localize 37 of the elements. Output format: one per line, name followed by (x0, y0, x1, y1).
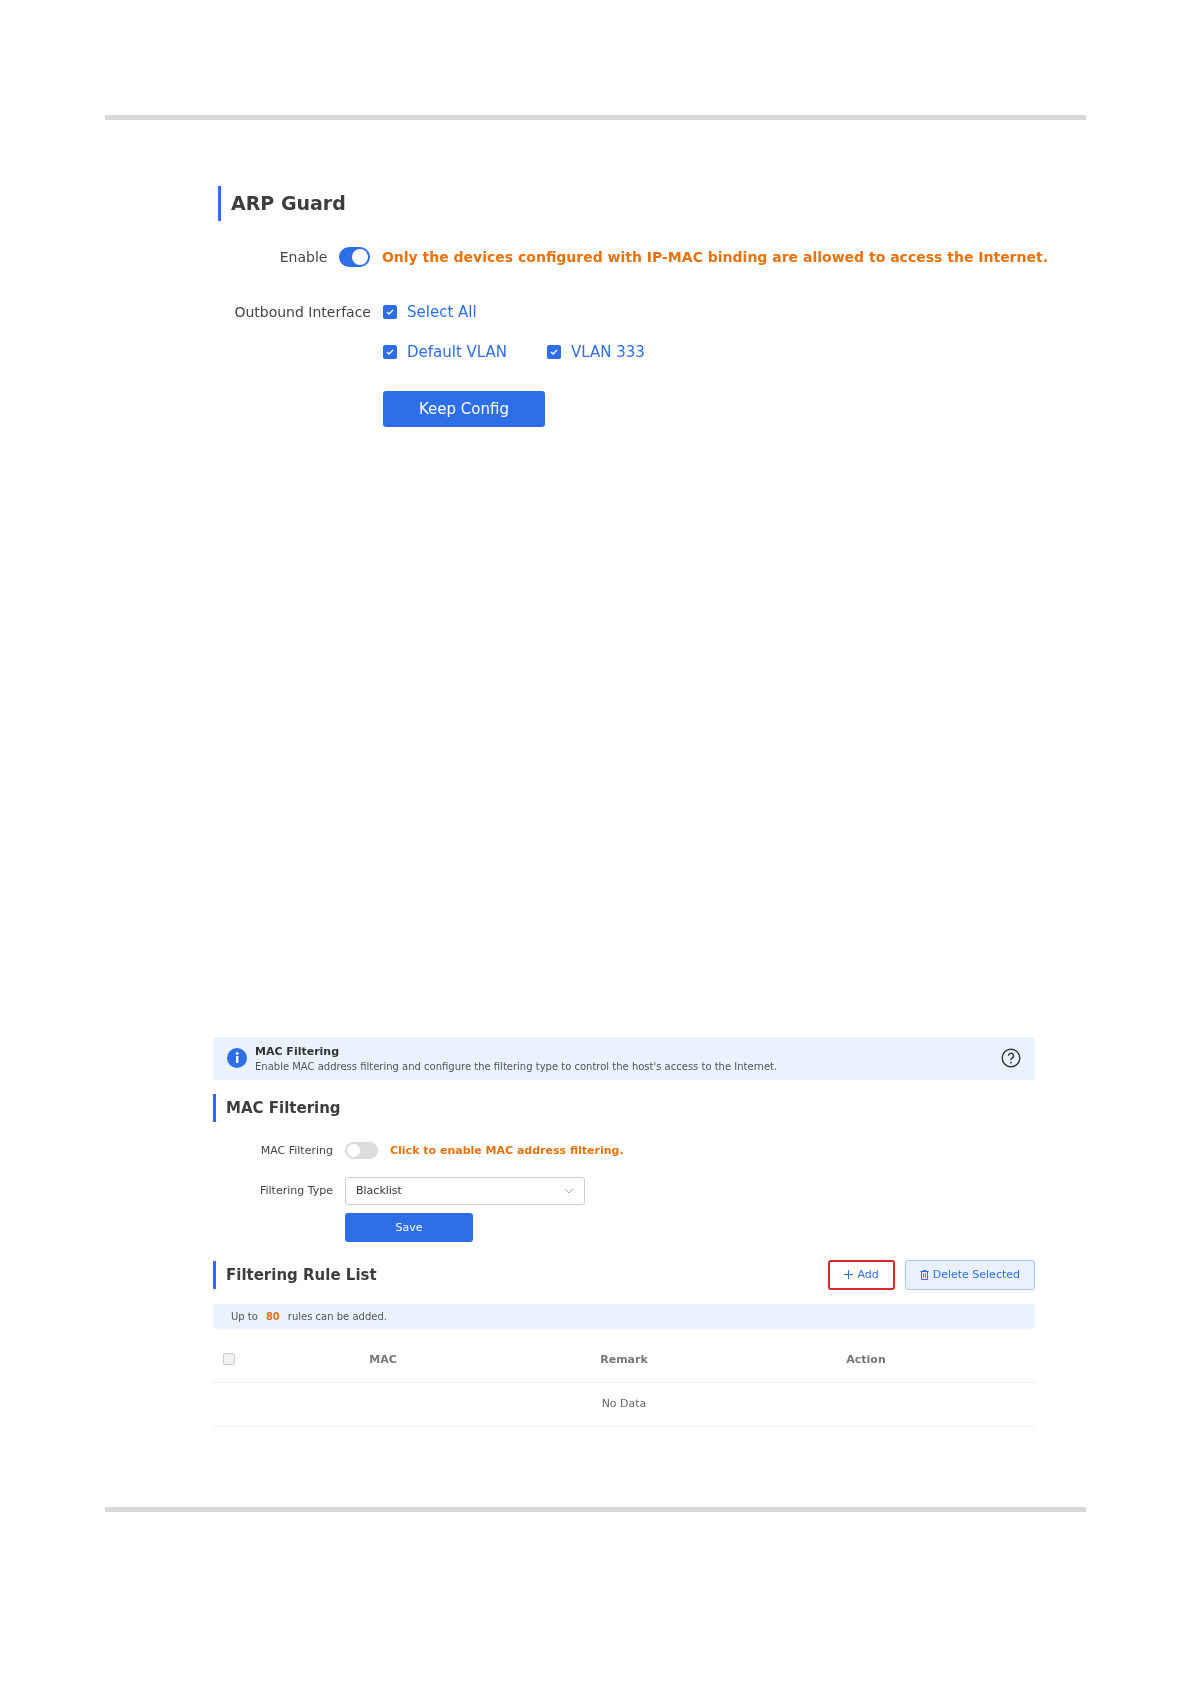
section-title: ARP Guard (218, 186, 1048, 221)
add-button[interactable]: Add (828, 1259, 895, 1290)
checkbox[interactable] (223, 1353, 235, 1366)
chevron-down-icon (564, 1187, 574, 1194)
field-label: Outbound Interface (233, 303, 371, 320)
column-header: MAC (368, 1352, 398, 1366)
note-text: Up to (231, 1310, 258, 1322)
checkbox-option[interactable]: VLAN 333 (547, 342, 645, 361)
checkbox-option[interactable]: Default VLAN (383, 342, 508, 361)
field-label: Filtering Type (259, 1184, 333, 1198)
column-header: Remark (599, 1352, 649, 1366)
note-text: rules can be added. (287, 1310, 387, 1322)
checkbox-option[interactable]: Select All (383, 302, 477, 321)
checkbox[interactable] (383, 304, 397, 319)
trash-icon (919, 1269, 929, 1280)
keep-config-button[interactable]: Keep Config (383, 390, 545, 427)
filtering-type-select[interactable]: Blacklist (345, 1176, 585, 1205)
section-title: Filtering Rule List (213, 1260, 377, 1289)
checkbox[interactable] (383, 344, 397, 359)
save-button[interactable]: Save (345, 1212, 473, 1242)
toggle-switch[interactable] (339, 246, 370, 267)
help-icon[interactable] (1001, 1048, 1021, 1069)
checkbox[interactable] (547, 344, 562, 359)
hint-text: Click to enable MAC address filtering. (390, 1143, 624, 1157)
column-header: Action (845, 1352, 887, 1366)
info-icon (227, 1048, 247, 1069)
field-label: Enable (278, 248, 328, 265)
banner-text: Enable MAC address filtering and configure the filtering type to control the host's access to the Internet. (255, 1060, 779, 1072)
plus-icon (844, 1270, 854, 1280)
empty-message: No Data (213, 1382, 1035, 1427)
field-label: MAC Filtering (259, 1143, 333, 1157)
hint-text: Only the devices configured with IP-MAC binding are allowed to access the Internet. (381, 248, 1048, 265)
delete-selected-button[interactable]: Delete Selected (904, 1259, 1035, 1290)
banner-title: MAC Filtering (255, 1044, 341, 1058)
section-title: MAC Filtering (213, 1093, 341, 1122)
rule-count: 80 (265, 1310, 280, 1322)
toggle-switch[interactable] (345, 1141, 378, 1159)
